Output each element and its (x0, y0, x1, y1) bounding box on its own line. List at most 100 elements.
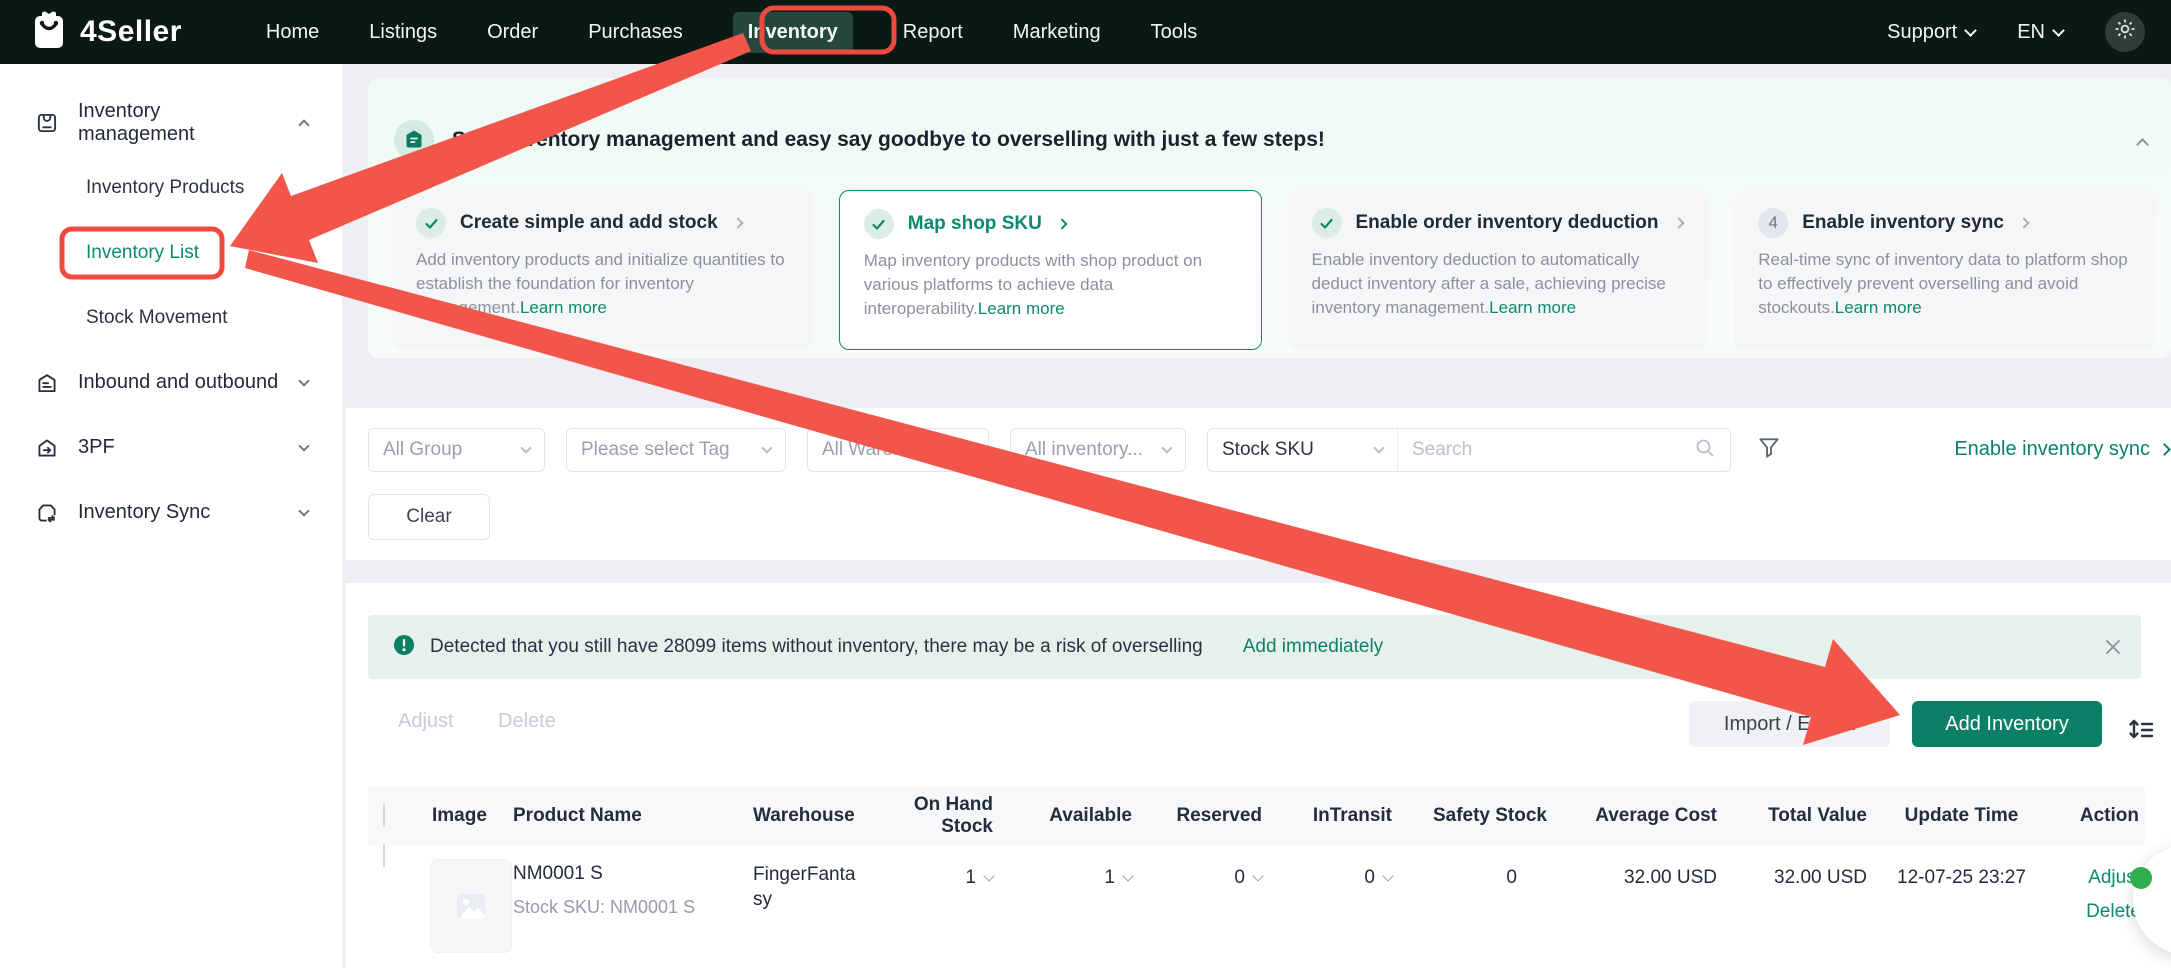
bulk-adjust-button[interactable]: Adjust (398, 710, 454, 733)
house-arrow-icon (34, 435, 60, 461)
warehouse-doc-icon (34, 370, 60, 396)
warehouse-cell: FingerFantasy (753, 845, 883, 968)
sidebar-group-3pf[interactable]: 3PF (0, 415, 342, 480)
chevron-down-icon (964, 442, 975, 453)
sidebar-item-inventory-products[interactable]: Inventory Products (0, 155, 342, 220)
nav-item-report[interactable]: Report (903, 12, 963, 53)
chevron-down-icon (520, 442, 531, 453)
collapse-panel-button[interactable] (2138, 136, 2147, 154)
row-delete-link[interactable]: Delete (2050, 901, 2141, 923)
col-header-warehouse: Warehouse (753, 805, 883, 827)
step-card-create-and-add-stock[interactable]: Create simple and add stock Add inventor… (392, 190, 813, 350)
expand-available-icon[interactable] (1122, 870, 1133, 881)
learn-more-link[interactable]: Learn more (1835, 298, 1922, 317)
expand-reserved-icon[interactable] (1252, 870, 1263, 881)
column-settings-button[interactable] (2123, 711, 2159, 752)
warehouse-filter-dropdown[interactable]: All Warehouse (807, 428, 989, 472)
col-header-image: Image (418, 805, 513, 827)
nav-item-order[interactable]: Order (487, 12, 538, 53)
sidebar: Inventory management Inventory Products … (0, 64, 342, 968)
sidebar-group-label: Inventory management (78, 100, 282, 146)
onboarding-title: Start inventory management and easy say … (452, 128, 1325, 152)
inventory-table-panel: Detected that you still have 28099 items… (346, 583, 2171, 968)
bulk-delete-button[interactable]: Delete (498, 710, 556, 733)
col-header-intransit: InTransit (1268, 805, 1398, 827)
learn-more-link[interactable]: Learn more (978, 299, 1065, 318)
chevron-down-icon (1373, 442, 1384, 453)
expand-on-hand-icon[interactable] (983, 870, 994, 881)
column-settings-icon (2123, 734, 2159, 751)
sidebar-item-label: Inventory Products (86, 177, 244, 199)
reserved-value: 0 (1234, 867, 1245, 888)
inventory-guide-icon (394, 120, 434, 160)
col-header-update-time: Update Time (1873, 805, 2050, 827)
row-adjust-link[interactable]: Adjust (2050, 867, 2141, 889)
col-header-reserved: Reserved (1138, 805, 1268, 827)
app-logo[interactable]: 4Seller (30, 9, 182, 56)
expand-intransit-icon[interactable] (1382, 870, 1393, 881)
select-all-checkbox[interactable] (383, 804, 385, 827)
oversell-risk-notice: Detected that you still have 28099 items… (368, 615, 2141, 679)
update-time-cell: 12-07-25 23:27 (1873, 845, 2050, 968)
enable-inventory-sync-link[interactable]: Enable inventory sync (1954, 438, 2169, 461)
import-export-button[interactable]: Import / Export (1689, 701, 1890, 747)
group-filter-dropdown[interactable]: All Group (368, 428, 545, 472)
sidebar-group-inbound-outbound[interactable]: Inbound and outbound (0, 350, 342, 415)
col-header-safety-stock: Safety Stock (1398, 805, 1553, 827)
search-input[interactable] (1412, 439, 1686, 461)
search-group: Stock SKU (1207, 428, 1731, 472)
inventory-filter-dropdown[interactable]: All inventory... (1010, 428, 1186, 472)
nav-item-inventory[interactable]: Inventory (733, 12, 853, 53)
product-stock-sku: Stock SKU: NM0001 S (513, 897, 753, 918)
row-checkbox[interactable] (383, 844, 385, 867)
chevron-down-icon (761, 442, 772, 453)
close-notice-button[interactable] (2101, 635, 2125, 664)
step-check-icon (864, 209, 894, 239)
clear-filters-button[interactable]: Clear (368, 494, 490, 540)
gear-icon (2113, 17, 2137, 47)
on-hand-stock-cell: 1 (883, 845, 1013, 968)
settings-gear-button[interactable] (2105, 12, 2145, 52)
sidebar-group-inventory-sync[interactable]: Inventory Sync (0, 480, 342, 545)
on-hand-value: 1 (965, 867, 976, 888)
sidebar-item-inventory-list[interactable]: Inventory List (0, 220, 342, 285)
col-header-on-hand-stock: On Hand Stock (883, 794, 1013, 838)
shopping-bag-logo-icon (30, 9, 68, 56)
intransit-cell: 0 (1268, 845, 1398, 968)
product-image-placeholder (430, 859, 512, 953)
col-header-available: Available (1013, 805, 1138, 827)
sidebar-item-label: Inventory List (86, 242, 199, 264)
step-check-icon (1312, 208, 1342, 238)
learn-more-link[interactable]: Learn more (1489, 298, 1576, 317)
step-check-icon (416, 208, 446, 238)
add-inventory-button[interactable]: Add Inventory (1912, 701, 2102, 747)
nav-item-marketing[interactable]: Marketing (1013, 12, 1101, 53)
support-menu[interactable]: Support (1887, 21, 1975, 44)
step-card-enable-inventory-sync[interactable]: 4 Enable inventory sync Real-time sync o… (1734, 190, 2155, 350)
step-card-map-shop-sku[interactable]: Map shop SKU Map inventory products with… (839, 190, 1262, 350)
chevron-up-icon (2136, 138, 2149, 151)
tag-filter-dropdown[interactable]: Please select Tag (566, 428, 786, 472)
nav-item-tools[interactable]: Tools (1151, 12, 1198, 53)
sidebar-group-label: Inventory Sync (78, 501, 210, 524)
nav-item-listings[interactable]: Listings (369, 12, 437, 53)
col-header-average-cost: Average Cost (1553, 805, 1723, 827)
table-header-row: Image Product Name Warehouse On Hand Sto… (368, 787, 2145, 845)
language-menu[interactable]: EN (2017, 21, 2063, 44)
step-card-order-inventory-deduction[interactable]: Enable order inventory deduction Enable … (1288, 190, 1709, 350)
sidebar-group-label: Inbound and outbound (78, 371, 278, 394)
learn-more-link[interactable]: Learn more (520, 298, 607, 317)
average-cost-cell: 32.00 USD (1553, 845, 1723, 968)
funnel-icon (1756, 435, 1782, 466)
add-immediately-link[interactable]: Add immediately (1243, 636, 1383, 658)
col-header-action: Action (2050, 805, 2145, 827)
sidebar-group-inventory-management[interactable]: Inventory management (0, 90, 342, 155)
onboarding-panel: Start inventory management and easy say … (368, 78, 2171, 358)
import-export-label: Import / Export (1724, 713, 1855, 736)
nav-item-purchases[interactable]: Purchases (588, 12, 683, 53)
sidebar-item-stock-movement[interactable]: Stock Movement (0, 285, 342, 350)
nav-item-home[interactable]: Home (266, 12, 319, 53)
search-type-dropdown[interactable]: Stock SKU (1208, 429, 1398, 471)
advanced-filter-button[interactable] (1756, 435, 1782, 466)
chevron-right-icon (1673, 217, 1684, 228)
